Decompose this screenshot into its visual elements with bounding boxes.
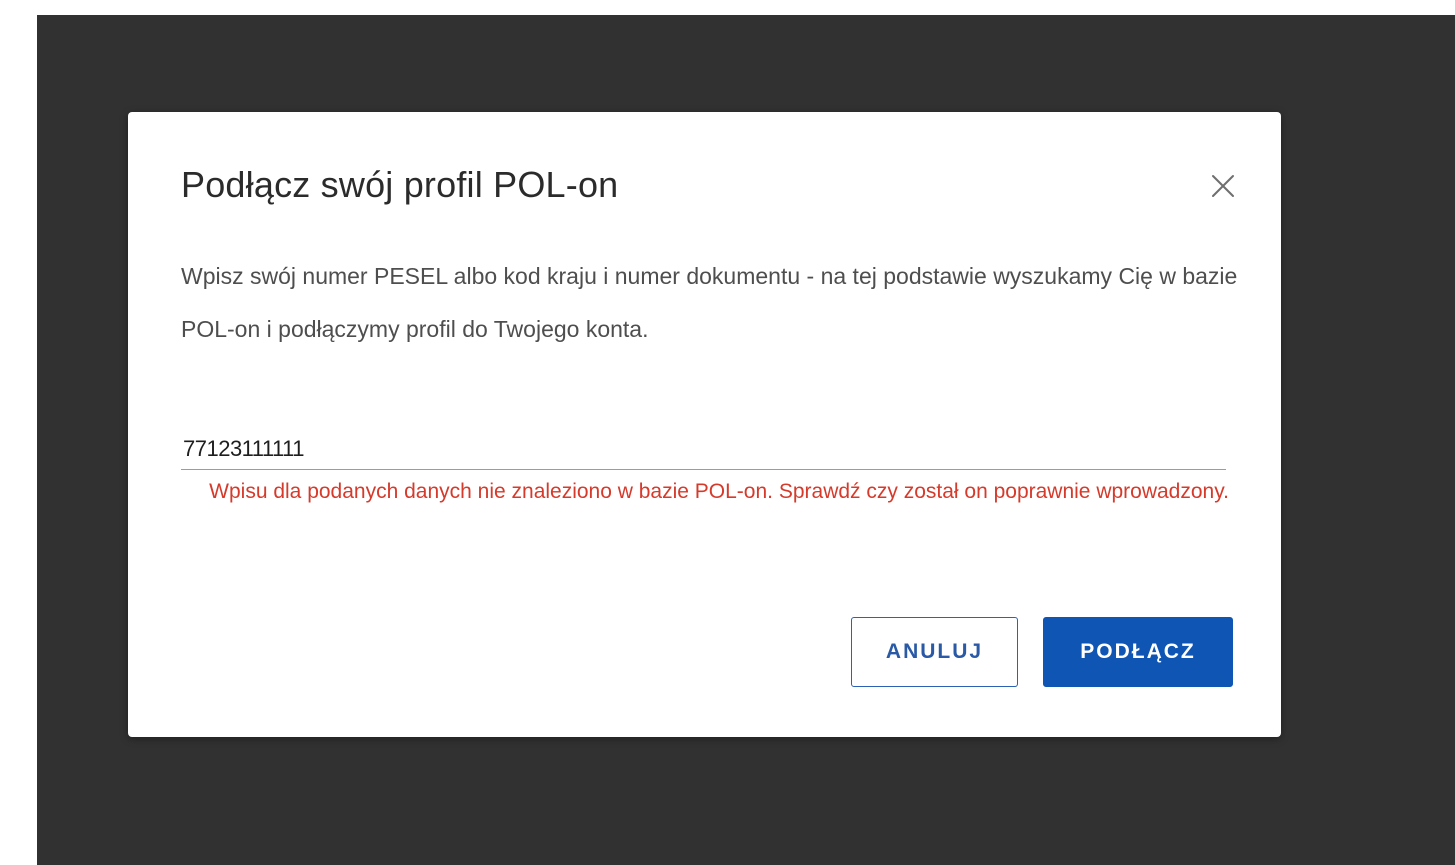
connect-button[interactable]: PODŁĄCZ: [1043, 617, 1233, 687]
close-button[interactable]: [1207, 170, 1239, 202]
close-icon: [1207, 170, 1239, 202]
dialog-description: Wpisz swój numer PESEL albo kod kraju i …: [181, 263, 1238, 342]
pesel-input[interactable]: [181, 429, 1228, 469]
dialog-title: Podłącz swój profil POL-on: [181, 164, 619, 205]
pesel-field: [181, 429, 1228, 470]
connect-profile-dialog: Podłącz swój profil POL-on Wpisz swój nu…: [128, 112, 1281, 737]
cancel-button[interactable]: ANULUJ: [851, 617, 1018, 687]
error-message: Wpisu dla podanych danych nie znaleziono…: [209, 480, 1229, 503]
